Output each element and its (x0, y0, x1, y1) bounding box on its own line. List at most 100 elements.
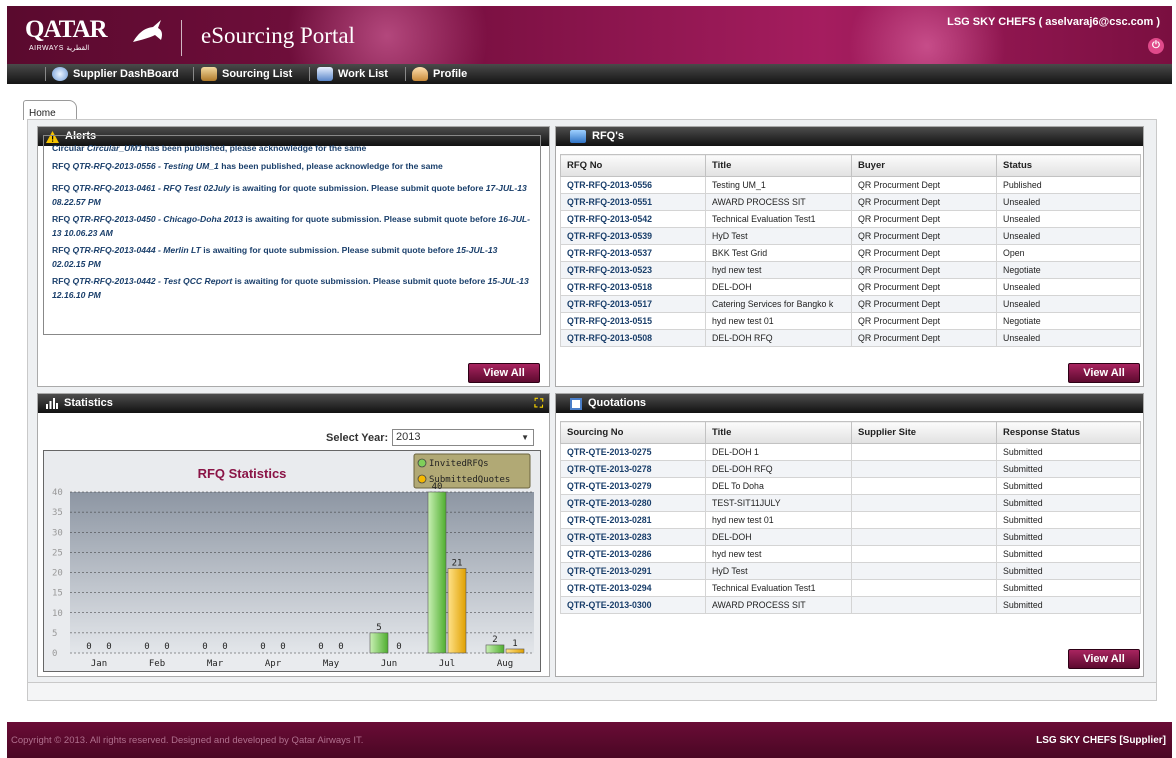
table-row[interactable]: QTR-RFQ-2013-0537 BKK Test Grid QR Procurm… (560, 244, 1141, 262)
statistics-header: Statistics ⛶ (38, 394, 549, 413)
table-cell: BKK Test Grid (705, 244, 852, 262)
expand-icon[interactable]: ⛶ (535, 394, 543, 413)
table-row[interactable]: QTR-QTE-2013-0286 hyd new test Submitted (560, 545, 1141, 563)
quotations-table-head: Sourcing No Title Supplier Site Response… (560, 421, 1141, 444)
table-cell[interactable]: QTR-RFQ-2013-0556 (560, 176, 706, 194)
table-row[interactable]: QTR-RFQ-2013-0518 DEL-DOH QR Procurment De… (560, 278, 1141, 296)
table-cell[interactable]: QTR-RFQ-2013-0515 (560, 312, 706, 330)
logo-subtext: AIRWAYS القطرية (29, 45, 90, 52)
table-cell[interactable]: QTR-QTE-2013-0281 (560, 511, 706, 529)
table-cell: QR Procurment Dept (851, 210, 997, 228)
bar-value-label: 0 (280, 642, 285, 652)
nav-sourcing-list[interactable]: Sourcing List (201, 64, 292, 84)
table-row[interactable]: QTR-QTE-2013-0280 TEST-SIT11JULY Submitted (560, 494, 1141, 512)
col-supplier-site[interactable]: Supplier Site (851, 421, 997, 444)
y-tick-label: 30 (52, 528, 63, 538)
rfqs-panel: RFQ's RFQ No Title Buyer Status QTR-RFQ-… (555, 126, 1144, 387)
alert-item[interactable]: RFQ QTR-RFQ-2013-0461 - RFQ Test 02July … (52, 182, 532, 209)
table-cell[interactable]: QTR-QTE-2013-0300 (560, 596, 706, 614)
table-cell[interactable]: QTR-QTE-2013-0291 (560, 562, 706, 580)
table-cell: DEL-DOH 1 (705, 443, 852, 461)
col-title[interactable]: Title (705, 421, 852, 444)
col-status[interactable]: Status (996, 154, 1141, 177)
alert-item[interactable]: RFQ QTR-RFQ-2013-0444 - Merlin LT is awa… (52, 244, 532, 271)
legend-marker (417, 458, 427, 468)
nav-label: Profile (433, 68, 468, 80)
x-tick-label: Mar (207, 659, 224, 669)
col-sourcing-no[interactable]: Sourcing No (560, 421, 706, 444)
alert-item[interactable]: RFQ QTR-RFQ-2013-0450 - Chicago-Doha 201… (52, 213, 532, 240)
table-cell[interactable]: QTR-RFQ-2013-0523 (560, 261, 706, 279)
rfqs-table-body: QTR-RFQ-2013-0556 Testing UM_1 QR Procurme… (560, 176, 1141, 347)
table-cell[interactable]: QTR-RFQ-2013-0539 (560, 227, 706, 245)
y-tick-label: 0 (52, 649, 57, 659)
table-row[interactable]: QTR-QTE-2013-0300 AWARD PROCESS SIT Submit… (560, 596, 1141, 614)
table-cell: Unsealed (996, 278, 1141, 296)
year-select[interactable]: 2013 ▼ (392, 429, 534, 446)
table-cell (851, 528, 997, 546)
header-glow (827, 6, 1027, 64)
alert-item[interactable]: Circular Circular_UM1 has been published… (52, 142, 532, 156)
table-row[interactable]: QTR-RFQ-2013-0542 Technical Evaluation Te… (560, 210, 1141, 228)
table-row[interactable]: QTR-QTE-2013-0279 DEL To Doha Submitted (560, 477, 1141, 495)
table-cell: Negotiate (996, 261, 1141, 279)
table-cell: DEL-DOH RFQ (705, 329, 852, 347)
qatar-airways-logo: QATAR AIRWAYS القطرية (25, 16, 162, 52)
table-cell[interactable]: QTR-RFQ-2013-0508 (560, 329, 706, 347)
table-cell: Submitted (996, 579, 1141, 597)
rfq-statistics-chart: 0 5 10 15 20 25 30 35 40 RFQ Statistics InvitedRFQ… (43, 450, 541, 672)
table-row[interactable]: QTR-QTE-2013-0294 Technical Evaluation Te… (560, 579, 1141, 597)
alert-item[interactable]: RFQ QTR-RFQ-2013-0556 - Testing UM_1 has… (52, 160, 532, 174)
table-row[interactable]: QTR-QTE-2013-0283 DEL-DOH Submitted (560, 528, 1141, 546)
table-cell: hyd new test 01 (705, 511, 852, 529)
nav-supplier-dashboard[interactable]: Supplier DashBoard (52, 64, 179, 84)
logout-power-icon[interactable]: ⏻ (1148, 38, 1164, 54)
table-cell[interactable]: QTR-QTE-2013-0280 (560, 494, 706, 512)
table-cell[interactable]: QTR-QTE-2013-0279 (560, 477, 706, 495)
logo-text: QATAR (25, 16, 108, 43)
table-row[interactable]: QTR-RFQ-2013-0508 DEL-DOH RFQ QR Procurmen… (560, 329, 1141, 347)
col-rfq-no[interactable]: RFQ No (560, 154, 706, 177)
col-response-status[interactable]: Response Status (996, 421, 1141, 444)
table-cell: Submitted (996, 528, 1141, 546)
table-row[interactable]: QTR-RFQ-2013-0515 hyd new test 01 QR Procu… (560, 312, 1141, 330)
table-row[interactable]: QTR-QTE-2013-0275 DEL-DOH 1 Submitted (560, 443, 1141, 461)
table-cell[interactable]: QTR-RFQ-2013-0542 (560, 210, 706, 228)
table-cell[interactable]: QTR-RFQ-2013-0537 (560, 244, 706, 262)
table-row[interactable]: QTR-QTE-2013-0281 hyd new test 01 Submitte… (560, 511, 1141, 529)
table-cell[interactable]: QTR-QTE-2013-0286 (560, 545, 706, 563)
alerts-view-all-button[interactable]: View All (468, 363, 540, 383)
nav-profile[interactable]: Profile (412, 64, 467, 84)
table-row[interactable]: QTR-RFQ-2013-0523 hyd new test QR Procurme… (560, 261, 1141, 279)
rfqs-view-all-button[interactable]: View All (1068, 363, 1140, 383)
quotations-view-all-button[interactable]: View All (1068, 649, 1140, 669)
table-cell[interactable]: QTR-QTE-2013-0278 (560, 460, 706, 478)
table-row[interactable]: QTR-RFQ-2013-0556 Testing UM_1 QR Procurme… (560, 176, 1141, 194)
col-title[interactable]: Title (705, 154, 852, 177)
table-cell[interactable]: QTR-QTE-2013-0275 (560, 443, 706, 461)
table-row[interactable]: QTR-RFQ-2013-0517 Catering Services for B… (560, 295, 1141, 313)
col-buyer[interactable]: Buyer (851, 154, 997, 177)
table-cell: DEL-DOH (705, 278, 852, 296)
copyright-text: Copyright © 2013. All rights reserved. D… (11, 735, 364, 746)
table-row[interactable]: QTR-QTE-2013-0278 DEL-DOH RFQ Submitted (560, 460, 1141, 478)
tab-home[interactable]: Home (23, 100, 77, 120)
table-cell: AWARD PROCESS SIT (705, 596, 852, 614)
table-row[interactable]: QTR-RFQ-2013-0539 HyD Test QR Procurment D… (560, 227, 1141, 245)
nav-work-list[interactable]: Work List (317, 64, 388, 84)
alert-item[interactable]: RFQ QTR-RFQ-2013-0442 - Test QCC Report … (52, 275, 532, 302)
table-cell[interactable]: QTR-QTE-2013-0294 (560, 579, 706, 597)
table-cell[interactable]: QTR-RFQ-2013-0551 (560, 193, 706, 211)
main-nav: Supplier DashBoard Sourcing List Work Li… (7, 64, 1172, 84)
table-row[interactable]: QTR-RFQ-2013-0551 AWARD PROCESS SIT QR Pro… (560, 193, 1141, 211)
rfqs-header: RFQ's (556, 127, 1143, 146)
table-cell[interactable]: QTR-QTE-2013-0283 (560, 528, 706, 546)
table-cell (851, 494, 997, 512)
table-cell[interactable]: QTR-RFQ-2013-0518 (560, 278, 706, 296)
table-cell: HyD Test (705, 562, 852, 580)
nav-label: Work List (338, 68, 388, 80)
table-row[interactable]: QTR-QTE-2013-0291 HyD Test Submitted (560, 562, 1141, 580)
bar-SubmittedQuotes (505, 648, 525, 654)
content-bottom-bar (28, 682, 1156, 700)
table-cell[interactable]: QTR-RFQ-2013-0517 (560, 295, 706, 313)
